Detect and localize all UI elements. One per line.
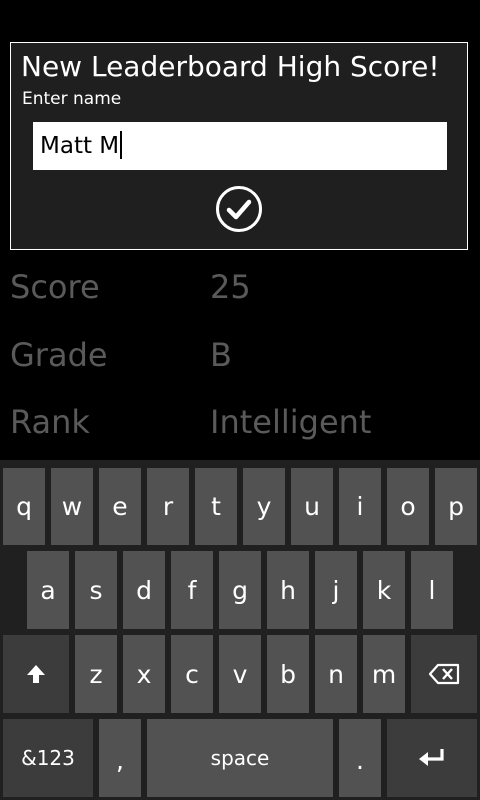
- on-screen-keyboard: q w e r t y u i o p a s d f g h j k l z …: [0, 460, 480, 800]
- key-o[interactable]: o: [387, 468, 429, 545]
- symbols-key[interactable]: &123: [3, 719, 93, 797]
- text-cursor: [120, 130, 123, 159]
- name-input[interactable]: Matt M: [33, 122, 447, 170]
- checkmark-circle-icon: [216, 186, 262, 232]
- key-w[interactable]: w: [51, 468, 93, 545]
- shift-arrow-icon: [27, 665, 45, 683]
- key-i[interactable]: i: [339, 468, 381, 545]
- key-v[interactable]: v: [219, 635, 261, 713]
- comma-key[interactable]: ,: [99, 719, 141, 797]
- key-m[interactable]: m: [363, 635, 405, 713]
- high-score-dialog: New Leaderboard High Score! Enter name M…: [10, 42, 468, 250]
- key-n[interactable]: n: [315, 635, 357, 713]
- name-input-value: Matt M: [40, 133, 120, 159]
- key-l[interactable]: l: [411, 551, 453, 629]
- key-u[interactable]: u: [291, 468, 333, 545]
- key-q[interactable]: q: [3, 468, 45, 545]
- key-h[interactable]: h: [267, 551, 309, 629]
- key-t[interactable]: t: [195, 468, 237, 545]
- grade-value: B: [210, 336, 232, 374]
- enter-key[interactable]: [387, 719, 477, 797]
- name-field-label: Enter name: [22, 89, 122, 109]
- rank-label: Rank: [10, 403, 90, 441]
- shift-key[interactable]: [3, 635, 69, 713]
- rank-value: Intelligent: [210, 403, 372, 441]
- key-z[interactable]: z: [75, 635, 117, 713]
- key-p[interactable]: p: [435, 468, 477, 545]
- key-c[interactable]: c: [171, 635, 213, 713]
- key-y[interactable]: y: [243, 468, 285, 545]
- period-key[interactable]: .: [339, 719, 381, 797]
- key-b[interactable]: b: [267, 635, 309, 713]
- key-a[interactable]: a: [27, 551, 69, 629]
- dialog-title: New Leaderboard High Score!: [21, 50, 440, 83]
- grade-label: Grade: [10, 336, 108, 374]
- key-r[interactable]: r: [147, 468, 189, 545]
- confirm-button[interactable]: [215, 185, 263, 233]
- key-s[interactable]: s: [75, 551, 117, 629]
- space-key[interactable]: space: [147, 719, 333, 797]
- key-j[interactable]: j: [315, 551, 357, 629]
- enter-icon: [419, 749, 444, 766]
- key-d[interactable]: d: [123, 551, 165, 629]
- backspace-key[interactable]: [411, 635, 477, 713]
- key-e[interactable]: e: [99, 468, 141, 545]
- key-f[interactable]: f: [171, 551, 213, 629]
- score-value: 25: [210, 268, 251, 306]
- key-k[interactable]: k: [363, 551, 405, 629]
- key-g[interactable]: g: [219, 551, 261, 629]
- backspace-icon: [428, 663, 460, 685]
- score-label: Score: [10, 268, 100, 306]
- key-x[interactable]: x: [123, 635, 165, 713]
